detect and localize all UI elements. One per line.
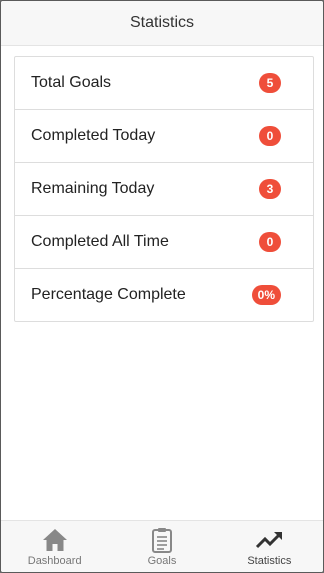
tab-dashboard[interactable]: Dashboard: [1, 521, 108, 572]
header-bar: Statistics: [1, 1, 323, 46]
tab-goals[interactable]: Goals: [108, 521, 215, 572]
stat-label: Remaining Today: [31, 180, 155, 197]
trending-up-icon: [256, 532, 283, 549]
percentage-badge: 0%: [251, 285, 281, 305]
bottom-tab-bar: Dashboard Goals Statistics: [1, 520, 323, 572]
stat-label: Percentage Complete: [31, 286, 186, 303]
count-badge: 0: [259, 232, 281, 252]
stat-row-completed-today: Completed Today 0: [15, 110, 313, 163]
stat-row-remaining-today: Remaining Today 3: [15, 163, 313, 216]
page-title: Statistics: [129, 14, 194, 31]
stat-label: Completed All Time: [31, 233, 169, 250]
stat-row-completed-all-time: Completed All Time 0: [15, 216, 313, 269]
stat-row-total-goals: Total Goals 5: [15, 57, 313, 110]
stats-list: Total Goals 5 Completed Today 0 Remainin…: [14, 56, 314, 322]
stat-label: Total Goals: [31, 74, 112, 91]
app-window: Statistics Total Goals 5 Completed Today…: [0, 0, 324, 573]
tab-label: Goals: [147, 555, 177, 567]
home-icon: [42, 529, 67, 551]
tab-label: Statistics: [247, 555, 292, 567]
clipboard-icon: [151, 528, 172, 553]
stat-row-percentage-complete: Percentage Complete 0%: [15, 269, 313, 321]
count-badge: 5: [259, 73, 281, 93]
count-badge: 0: [259, 126, 281, 146]
count-badge: 3: [259, 179, 281, 199]
tab-statistics[interactable]: Statistics: [216, 521, 323, 572]
tab-label: Dashboard: [27, 555, 82, 567]
stat-label: Completed Today: [31, 127, 156, 144]
